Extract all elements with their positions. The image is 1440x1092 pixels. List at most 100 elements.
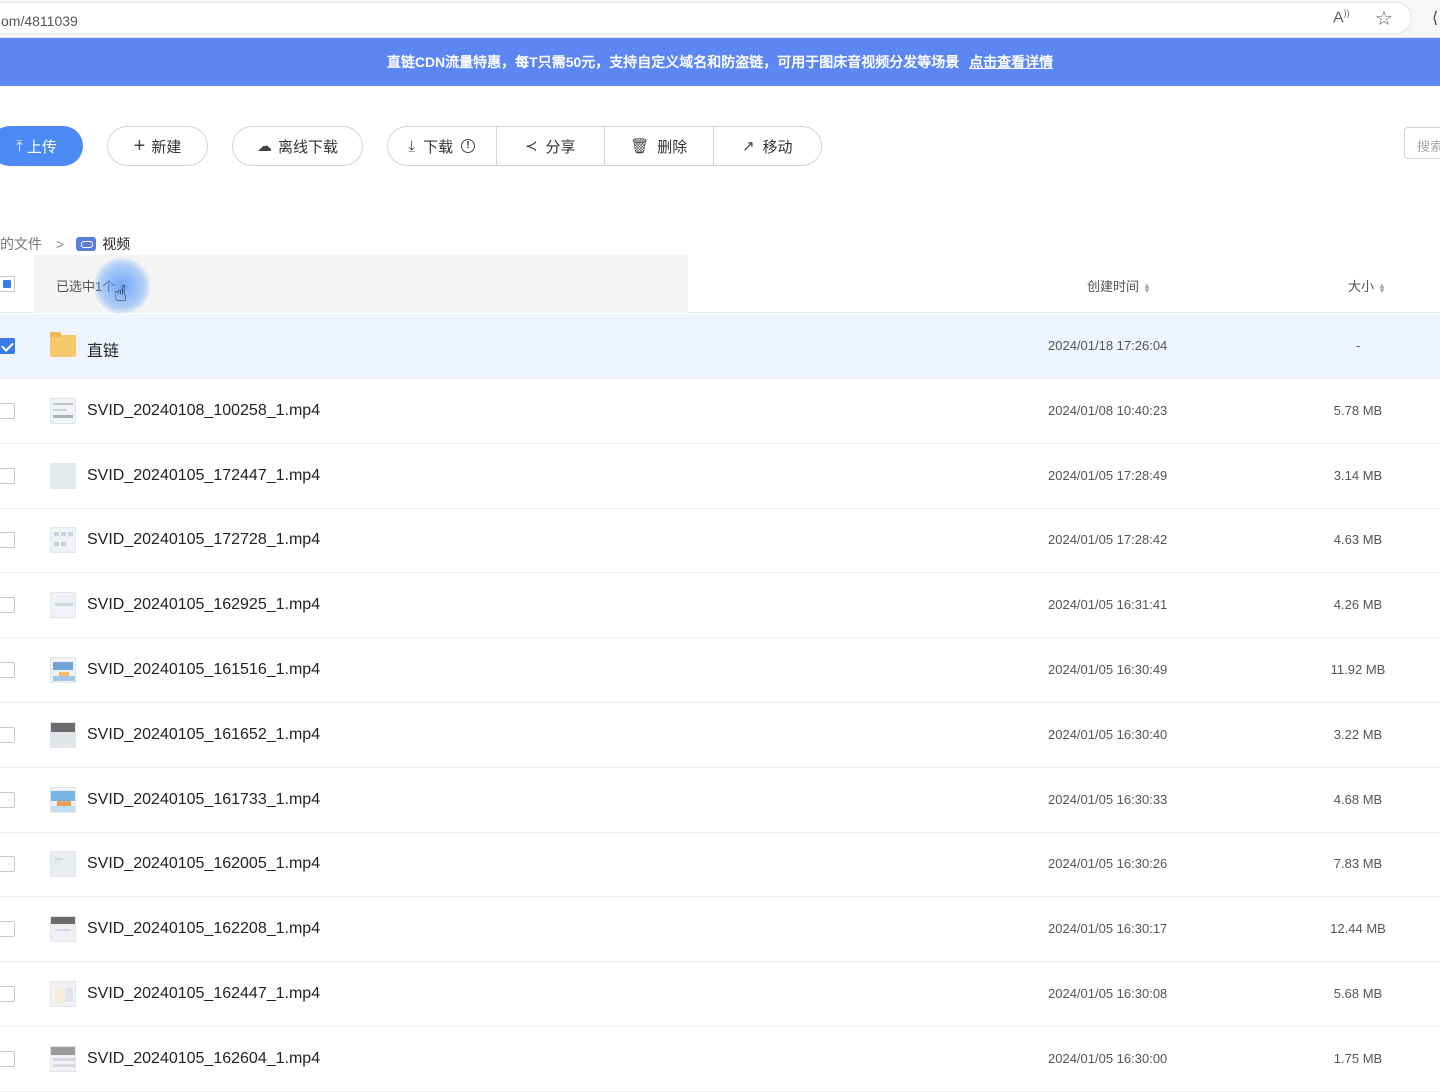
list-header: 已选中1个▲▼ 创建时间▲▼ 大小▲▼	[0, 255, 1440, 313]
row-checkbox[interactable]	[0, 662, 15, 678]
file-size: 3.14 MB	[1333, 467, 1383, 483]
new-button[interactable]: + 新建	[107, 126, 208, 166]
row-checkbox[interactable]	[0, 402, 15, 419]
file-name[interactable]: SVID_20240105_162447_1.mp4	[87, 985, 320, 1003]
video-thumbnail-icon	[50, 916, 76, 943]
row-checkbox[interactable]	[0, 791, 15, 808]
delete-button[interactable]: 🗑 删除	[605, 127, 714, 165]
file-created-time: 2024/01/05 16:30:49	[1048, 662, 1168, 677]
file-size: 4.68 MB	[1333, 791, 1383, 807]
size-column-header[interactable]: 大小 ▲ ▼	[1348, 276, 1386, 295]
file-size: 1.75 MB	[1333, 1050, 1383, 1066]
file-created-time: 2024/01/05 16:30:17	[1048, 921, 1168, 937]
share-icon: ≺	[524, 138, 538, 155]
select-all-checkbox[interactable]	[0, 276, 15, 292]
video-thumbnail-icon	[50, 1045, 76, 1072]
file-row[interactable]: SVID_20240105_162005_1.mp4 2024/01/05 16:…	[0, 832, 1440, 898]
file-name[interactable]: SVID_20240105_162925_1.mp4	[87, 596, 320, 614]
promo-banner: 直链CDN流量特惠，每T只需50元，支持自定义域名和防盗链，可用于图床音视频分发…	[0, 38, 1440, 86]
extension-icon[interactable]: ⟨	[1432, 8, 1440, 28]
read-aloud-icon[interactable]: A))	[1333, 8, 1355, 28]
video-thumbnail-icon	[50, 527, 76, 554]
created-column-header[interactable]: 创建时间 ▲ ▼	[1087, 276, 1151, 295]
file-row[interactable]: SVID_20240105_172728_1.mp4 2024/01/05 17:…	[0, 508, 1440, 574]
file-row[interactable]: SVID_20240105_162208_1.mp4 2024/01/05 16:…	[0, 897, 1440, 963]
file-name[interactable]: 直链	[87, 337, 119, 361]
row-checkbox[interactable]	[0, 921, 15, 938]
offline-download-label: 离线下载	[277, 138, 338, 156]
upload-label: 上传	[26, 138, 57, 156]
trash-icon: 🗑	[630, 138, 650, 155]
file-created-time: 2024/01/05 17:28:49	[1048, 467, 1168, 483]
upload-icon: ⤒	[16, 137, 23, 155]
file-name[interactable]: SVID_20240105_161652_1.mp4	[87, 726, 320, 744]
file-name[interactable]: SVID_20240105_162005_1.mp4	[87, 855, 320, 873]
file-name[interactable]: SVID_20240105_172447_1.mp4	[87, 467, 320, 485]
move-button[interactable]: ↗ 移动	[714, 127, 822, 165]
file-action-group: ⤓ 下载 ! ≺ 分享 🗑 删除 ↗ 移动	[387, 126, 822, 166]
file-size: 7.83 MB	[1333, 856, 1383, 872]
file-size: 4.26 MB	[1333, 597, 1383, 613]
star-icon[interactable]: ☆	[1375, 6, 1397, 30]
sort-size-icon[interactable]: ▲ ▼	[1378, 281, 1386, 294]
file-name[interactable]: SVID_20240108_100258_1.mp4	[87, 402, 320, 420]
file-created-time: 2024/01/18 17:26:04	[1048, 338, 1168, 353]
file-created-time: 2024/01/05 16:30:33	[1048, 791, 1168, 807]
file-size: -	[1355, 338, 1361, 353]
folder-icon	[50, 332, 76, 357]
search-input[interactable]: 搜索	[1404, 127, 1440, 159]
file-row[interactable]: SVID_20240105_161516_1.mp4 2024/01/05 16:…	[0, 638, 1440, 703]
file-created-time: 2024/01/05 16:30:26	[1048, 856, 1168, 872]
link-folder-icon	[76, 237, 97, 251]
row-checkbox[interactable]	[0, 986, 15, 1002]
row-checkbox[interactable]	[0, 726, 15, 743]
url-text[interactable]: om/4811039	[1, 13, 78, 29]
folder-row[interactable]: 直链 2024/01/18 17:26:04 -	[0, 314, 1440, 379]
video-thumbnail-icon	[50, 462, 76, 489]
row-checkbox[interactable]	[0, 1050, 15, 1067]
breadcrumb-current: 视频	[102, 236, 131, 252]
file-name[interactable]: SVID_20240105_161733_1.mp4	[87, 791, 320, 809]
search-placeholder: 搜索	[1417, 139, 1440, 154]
share-button[interactable]: ≺ 分享	[497, 127, 605, 165]
row-checkbox[interactable]	[0, 532, 15, 549]
file-name[interactable]: SVID_20240105_162208_1.mp4	[87, 920, 320, 938]
file-created-time: 2024/01/05 16:30:08	[1048, 986, 1168, 1001]
new-label: 新建	[151, 138, 182, 156]
breadcrumb: 的文件 > 视频	[0, 235, 130, 253]
video-thumbnail-icon	[50, 592, 76, 619]
file-created-time: 2024/01/05 16:30:00	[1048, 1050, 1168, 1066]
file-size: 5.78 MB	[1333, 402, 1383, 418]
file-row[interactable]: SVID_20240105_162604_1.mp4 2024/01/05 16:…	[0, 1027, 1440, 1092]
row-checkbox[interactable]	[0, 338, 15, 354]
file-name[interactable]: SVID_20240105_161516_1.mp4	[87, 661, 320, 679]
file-row[interactable]: SVID_20240105_161652_1.mp4 2024/01/05 16:…	[0, 703, 1440, 768]
file-row[interactable]: SVID_20240105_162447_1.mp4 2024/01/05 16:…	[0, 962, 1440, 1027]
hand-cursor-icon: ☝	[114, 281, 128, 306]
file-size: 11.92 MB	[1330, 662, 1386, 677]
offline-download-button[interactable]: ☁ 离线下载	[232, 126, 363, 166]
file-size: 12.44 MB	[1330, 921, 1386, 937]
info-icon[interactable]: !	[461, 139, 476, 153]
url-field[interactable]: om/4811039	[0, 2, 1412, 34]
file-name[interactable]: SVID_20240105_162604_1.mp4	[87, 1050, 320, 1068]
upload-button[interactable]: ⤒ 上传	[0, 126, 83, 166]
file-row[interactable]: SVID_20240105_172447_1.mp4 2024/01/05 17:…	[0, 444, 1440, 509]
file-row[interactable]: SVID_20240108_100258_1.mp4 2024/01/08 10:…	[0, 379, 1440, 444]
browser-address-bar: om/4811039 A)) ☆ ⟨	[0, 0, 1440, 38]
video-thumbnail-icon	[50, 721, 76, 748]
file-size: 4.63 MB	[1333, 532, 1383, 548]
download-button[interactable]: ⤓ 下载 !	[388, 127, 497, 165]
file-row[interactable]: SVID_20240105_162925_1.mp4 2024/01/05 16:…	[0, 573, 1440, 639]
row-checkbox[interactable]	[0, 597, 15, 614]
delete-label: 删除	[657, 138, 688, 156]
banner-text: 直链CDN流量特惠，每T只需50元，支持自定义域名和防盗链，可用于图床音视频分发…	[386, 54, 960, 70]
row-checkbox[interactable]	[0, 467, 15, 484]
banner-link[interactable]: 点击查看详情	[969, 54, 1053, 70]
move-icon: ↗	[741, 138, 755, 155]
file-name[interactable]: SVID_20240105_172728_1.mp4	[87, 531, 320, 549]
row-checkbox[interactable]	[0, 856, 15, 873]
file-row[interactable]: SVID_20240105_161733_1.mp4 2024/01/05 16:…	[0, 768, 1440, 833]
breadcrumb-parent[interactable]: 的文件	[0, 234, 42, 254]
sort-created-icon[interactable]: ▲ ▼	[1143, 281, 1151, 294]
